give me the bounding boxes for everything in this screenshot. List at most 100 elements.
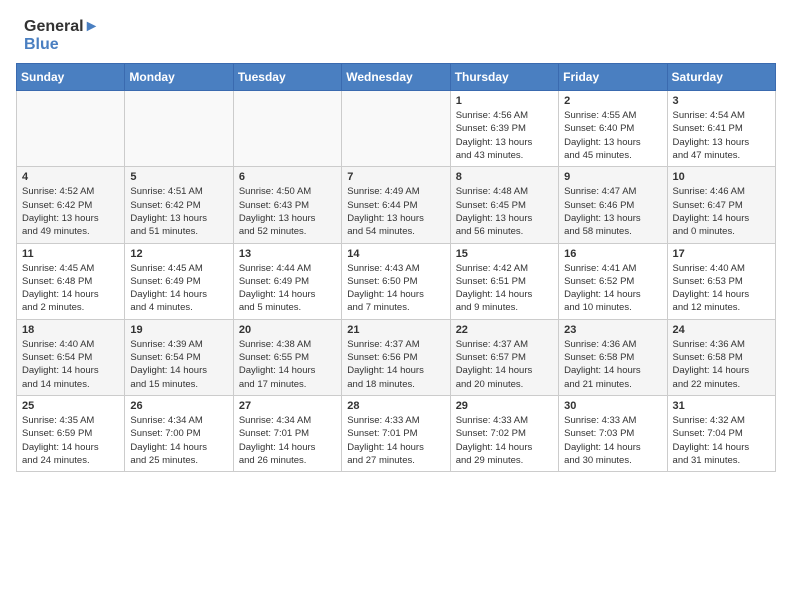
day-cell: 9 Sunrise: 4:47 AM Sunset: 6:46 PM Daylig… (559, 167, 667, 243)
day-number: 24 (673, 324, 770, 336)
day-cell: 24Sunrise: 4:36 AM Sunset: 6:58 PM Dayli… (667, 319, 775, 395)
day-number: 12 (130, 248, 227, 260)
day-info: Sunrise: 4:34 AM Sunset: 7:00 PM Dayligh… (130, 414, 227, 467)
day-info: Sunrise: 4:38 AM Sunset: 6:55 PM Dayligh… (239, 338, 336, 391)
day-number: 10 (673, 171, 770, 183)
day-info: Sunrise: 4:35 AM Sunset: 6:59 PM Dayligh… (22, 414, 119, 467)
day-info: Sunrise: 4:43 AM Sunset: 6:50 PM Dayligh… (347, 262, 444, 315)
page-header: General► Blue (0, 0, 792, 63)
calendar-header: SundayMondayTuesdayWednesdayThursdayFrid… (17, 64, 776, 91)
day-cell: 28Sunrise: 4:33 AM Sunset: 7:01 PM Dayli… (342, 395, 450, 471)
day-number: 17 (673, 248, 770, 260)
day-cell: 18 Sunrise: 4:40 AM Sunset: 6:54 PM Dayli… (17, 319, 125, 395)
day-number: 3 (673, 95, 770, 107)
day-cell: 17 Sunrise: 4:40 AM Sunset: 6:53 PM Dayli… (667, 243, 775, 319)
day-info: Sunrise: 4:34 AM Sunset: 7:01 PM Dayligh… (239, 414, 336, 467)
header-cell-tuesday: Tuesday (233, 64, 341, 91)
calendar-body: 1 Sunrise: 4:56 AM Sunset: 6:39 PM Daylig… (17, 91, 776, 472)
day-cell: 25 Sunrise: 4:35 AM Sunset: 6:59 PM Dayli… (17, 395, 125, 471)
day-number: 28 (347, 400, 444, 412)
day-cell: 8 Sunrise: 4:48 AM Sunset: 6:45 PM Daylig… (450, 167, 558, 243)
day-number: 8 (456, 171, 553, 183)
day-cell: 21Sunrise: 4:37 AM Sunset: 6:56 PM Dayli… (342, 319, 450, 395)
day-cell (233, 91, 341, 167)
day-cell: 29 Sunrise: 4:33 AM Sunset: 7:02 PM Dayli… (450, 395, 558, 471)
day-cell: 11 Sunrise: 4:45 AM Sunset: 6:48 PM Dayli… (17, 243, 125, 319)
day-info: Sunrise: 4:39 AM Sunset: 6:54 PM Dayligh… (130, 338, 227, 391)
day-number: 1 (456, 95, 553, 107)
day-number: 26 (130, 400, 227, 412)
day-number: 20 (239, 324, 336, 336)
day-cell (342, 91, 450, 167)
day-number: 7 (347, 171, 444, 183)
day-info: Sunrise: 4:37 AM Sunset: 6:57 PM Dayligh… (456, 338, 553, 391)
day-cell (17, 91, 125, 167)
day-cell (125, 91, 233, 167)
day-info: Sunrise: 4:47 AM Sunset: 6:46 PM Dayligh… (564, 185, 661, 238)
week-row-2: 4 Sunrise: 4:52 AM Sunset: 6:42 PM Daylig… (17, 167, 776, 243)
day-cell: 31 Sunrise: 4:32 AM Sunset: 7:04 PM Dayli… (667, 395, 775, 471)
day-number: 18 (22, 324, 119, 336)
header-row: SundayMondayTuesdayWednesdayThursdayFrid… (17, 64, 776, 91)
day-info: Sunrise: 4:49 AM Sunset: 6:44 PM Dayligh… (347, 185, 444, 238)
day-cell: 30Sunrise: 4:33 AM Sunset: 7:03 PM Dayli… (559, 395, 667, 471)
day-info: Sunrise: 4:51 AM Sunset: 6:42 PM Dayligh… (130, 185, 227, 238)
day-cell: 16Sunrise: 4:41 AM Sunset: 6:52 PM Dayli… (559, 243, 667, 319)
day-cell: 14Sunrise: 4:43 AM Sunset: 6:50 PM Dayli… (342, 243, 450, 319)
day-number: 25 (22, 400, 119, 412)
day-info: Sunrise: 4:37 AM Sunset: 6:56 PM Dayligh… (347, 338, 444, 391)
day-cell: 27Sunrise: 4:34 AM Sunset: 7:01 PM Dayli… (233, 395, 341, 471)
header-cell-sunday: Sunday (17, 64, 125, 91)
day-info: Sunrise: 4:50 AM Sunset: 6:43 PM Dayligh… (239, 185, 336, 238)
day-number: 22 (456, 324, 553, 336)
day-info: Sunrise: 4:48 AM Sunset: 6:45 PM Dayligh… (456, 185, 553, 238)
day-number: 4 (22, 171, 119, 183)
day-cell: 26 Sunrise: 4:34 AM Sunset: 7:00 PM Dayli… (125, 395, 233, 471)
day-cell: 22 Sunrise: 4:37 AM Sunset: 6:57 PM Dayli… (450, 319, 558, 395)
day-cell: 12Sunrise: 4:45 AM Sunset: 6:49 PM Dayli… (125, 243, 233, 319)
week-row-1: 1 Sunrise: 4:56 AM Sunset: 6:39 PM Daylig… (17, 91, 776, 167)
day-info: Sunrise: 4:36 AM Sunset: 6:58 PM Dayligh… (564, 338, 661, 391)
day-info: Sunrise: 4:33 AM Sunset: 7:02 PM Dayligh… (456, 414, 553, 467)
day-number: 19 (130, 324, 227, 336)
week-row-4: 18 Sunrise: 4:40 AM Sunset: 6:54 PM Dayli… (17, 319, 776, 395)
day-cell: 23Sunrise: 4:36 AM Sunset: 6:58 PM Dayli… (559, 319, 667, 395)
day-info: Sunrise: 4:52 AM Sunset: 6:42 PM Dayligh… (22, 185, 119, 238)
calendar-table: SundayMondayTuesdayWednesdayThursdayFrid… (16, 63, 776, 472)
day-info: Sunrise: 4:40 AM Sunset: 6:53 PM Dayligh… (673, 262, 770, 315)
header-cell-thursday: Thursday (450, 64, 558, 91)
day-info: Sunrise: 4:42 AM Sunset: 6:51 PM Dayligh… (456, 262, 553, 315)
day-number: 2 (564, 95, 661, 107)
day-number: 13 (239, 248, 336, 260)
day-cell: 15 Sunrise: 4:42 AM Sunset: 6:51 PM Dayli… (450, 243, 558, 319)
day-cell: 1 Sunrise: 4:56 AM Sunset: 6:39 PM Daylig… (450, 91, 558, 167)
day-cell: 6Sunrise: 4:50 AM Sunset: 6:43 PM Daylig… (233, 167, 341, 243)
day-info: Sunrise: 4:41 AM Sunset: 6:52 PM Dayligh… (564, 262, 661, 315)
calendar-wrapper: SundayMondayTuesdayWednesdayThursdayFrid… (0, 63, 792, 480)
day-cell: 7 Sunrise: 4:49 AM Sunset: 6:44 PM Daylig… (342, 167, 450, 243)
header-cell-saturday: Saturday (667, 64, 775, 91)
day-number: 5 (130, 171, 227, 183)
day-number: 9 (564, 171, 661, 183)
header-cell-wednesday: Wednesday (342, 64, 450, 91)
day-info: Sunrise: 4:46 AM Sunset: 6:47 PM Dayligh… (673, 185, 770, 238)
week-row-5: 25 Sunrise: 4:35 AM Sunset: 6:59 PM Dayli… (17, 395, 776, 471)
day-info: Sunrise: 4:32 AM Sunset: 7:04 PM Dayligh… (673, 414, 770, 467)
day-info: Sunrise: 4:45 AM Sunset: 6:48 PM Dayligh… (22, 262, 119, 315)
day-info: Sunrise: 4:40 AM Sunset: 6:54 PM Dayligh… (22, 338, 119, 391)
day-number: 31 (673, 400, 770, 412)
day-info: Sunrise: 4:33 AM Sunset: 7:03 PM Dayligh… (564, 414, 661, 467)
day-cell: 3 Sunrise: 4:54 AM Sunset: 6:41 PM Daylig… (667, 91, 775, 167)
day-info: Sunrise: 4:56 AM Sunset: 6:39 PM Dayligh… (456, 109, 553, 162)
day-cell: 13Sunrise: 4:44 AM Sunset: 6:49 PM Dayli… (233, 243, 341, 319)
day-cell: 19 Sunrise: 4:39 AM Sunset: 6:54 PM Dayli… (125, 319, 233, 395)
day-cell: 4 Sunrise: 4:52 AM Sunset: 6:42 PM Daylig… (17, 167, 125, 243)
day-cell: 20 Sunrise: 4:38 AM Sunset: 6:55 PM Dayli… (233, 319, 341, 395)
day-cell: 5 Sunrise: 4:51 AM Sunset: 6:42 PM Daylig… (125, 167, 233, 243)
week-row-3: 11 Sunrise: 4:45 AM Sunset: 6:48 PM Dayli… (17, 243, 776, 319)
day-number: 11 (22, 248, 119, 260)
day-number: 15 (456, 248, 553, 260)
day-info: Sunrise: 4:54 AM Sunset: 6:41 PM Dayligh… (673, 109, 770, 162)
day-cell: 10 Sunrise: 4:46 AM Sunset: 6:47 PM Dayli… (667, 167, 775, 243)
day-number: 29 (456, 400, 553, 412)
